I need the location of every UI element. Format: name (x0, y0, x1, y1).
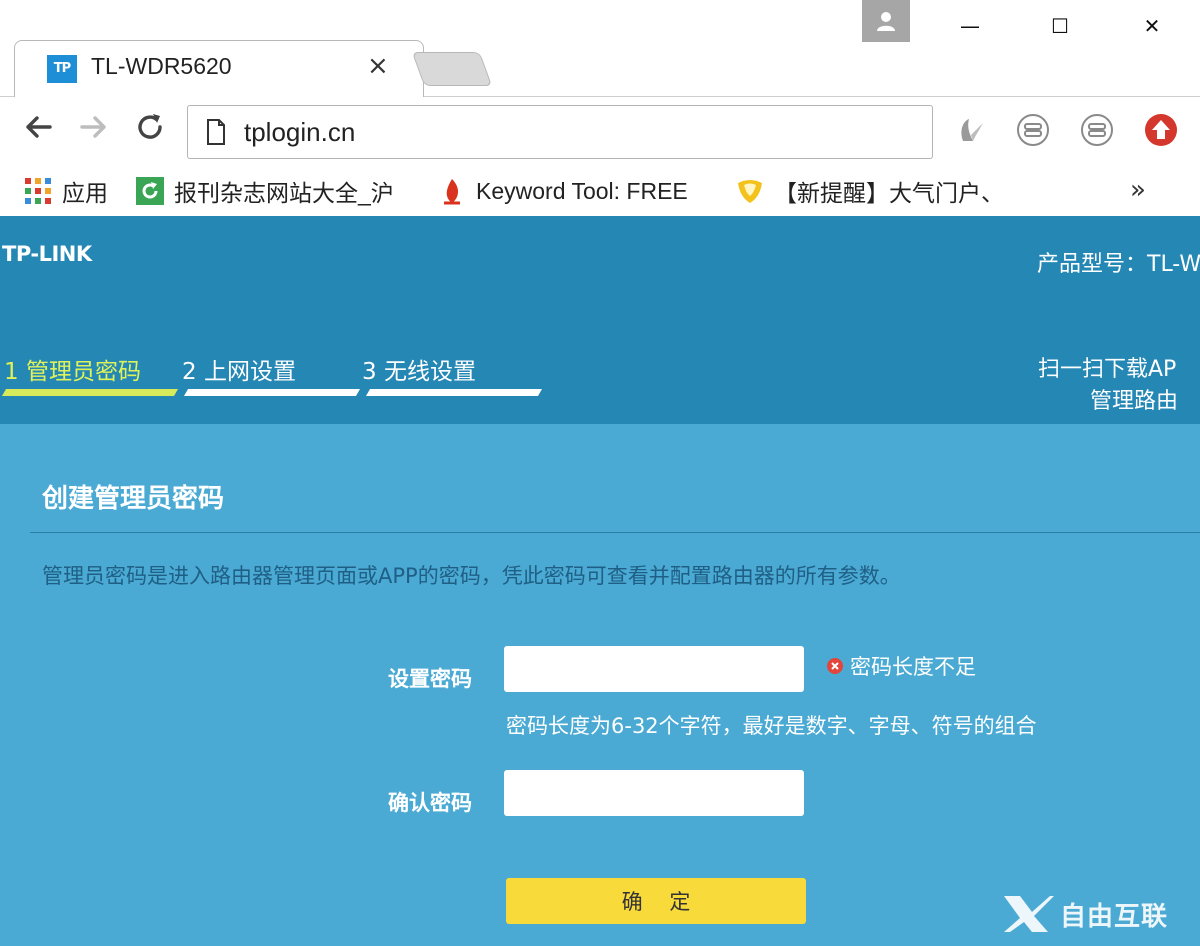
bookmark-item[interactable]: 【新提醒】大气门户、 (736, 173, 1004, 209)
step-internet-settings: 2 上网设置 (182, 359, 296, 385)
product-model: 产品型号：TL-W (1037, 252, 1200, 277)
reload-button[interactable] (130, 111, 170, 151)
step-wireless-settings: 3 无线设置 (362, 359, 476, 385)
back-arrow-icon (26, 116, 52, 138)
new-tab-button[interactable] (411, 52, 493, 86)
error-text: 密码长度不足 (850, 655, 976, 679)
upload-extension-icon[interactable] (1144, 113, 1178, 147)
reload-icon (138, 114, 162, 139)
app-download-text: 扫一扫下载AP (1038, 357, 1177, 382)
step-progress-bar-active (1, 389, 179, 396)
apps-grid-icon (25, 178, 51, 204)
password-error: 密码长度不足 (826, 651, 976, 681)
watermark-x-logo-icon (1004, 896, 1054, 932)
extension-icon[interactable] (1080, 113, 1114, 147)
tplink-logo: TP-LINK (2, 242, 92, 266)
user-icon (877, 12, 895, 31)
minimize-button[interactable]: — (950, 6, 990, 46)
bookmarks-bar: 应用 报刊杂志网站大全_沪 Keyword Tool: FREE 【新提醒】大气… (0, 167, 1200, 216)
password-hint: 密码长度为6-32个字符，最好是数字、字母、符号的组合 (506, 714, 1037, 738)
tplink-favicon-icon: TP (47, 55, 77, 83)
section-description: 管理员密码是进入路由器管理页面或APP的密码，凭此密码可查看并配置路由器的所有参… (42, 564, 901, 588)
browser-chrome: TP TL-WDR5620 × — ☐ ✕ tplogin.cn 应用 报刊杂志… (0, 0, 1200, 216)
forward-arrow-icon (80, 116, 106, 138)
bookmark-label: Keyword Tool: FREE (476, 177, 688, 204)
app-download-subtext: 管理路由 (1090, 389, 1179, 414)
step-progress-bar (365, 389, 543, 396)
extension-icon[interactable] (1016, 113, 1050, 147)
bookmark-label: 报刊杂志网站大全_沪 (174, 180, 394, 206)
bookmark-label: 【新提醒】大气门户、 (774, 180, 1004, 206)
step-progress-bar (183, 389, 361, 396)
bookmarks-overflow-button[interactable]: » (1130, 175, 1146, 205)
bookmark-item[interactable]: Keyword Tool: FREE (438, 173, 688, 209)
bookmark-apps[interactable]: 应用 (24, 173, 108, 209)
browser-tab[interactable]: TP TL-WDR5620 × (14, 40, 424, 97)
password-input[interactable] (504, 646, 804, 692)
password-form-panel: 创建管理员密码 管理员密码是进入路由器管理页面或APP的密码，凭此密码可查看并配… (0, 424, 1200, 946)
browser-toolbar: tplogin.cn (0, 97, 1200, 167)
green-refresh-icon (136, 177, 164, 205)
section-divider (30, 532, 1200, 533)
confirm-password-input[interactable] (504, 770, 804, 816)
bookmark-item[interactable]: 报刊杂志网站大全_沪 (136, 173, 394, 209)
window-close-button[interactable]: ✕ (1132, 6, 1172, 46)
confirm-button[interactable]: 确 定 (506, 878, 806, 924)
error-icon (827, 658, 843, 674)
tab-title: TL-WDR5620 (91, 53, 232, 79)
bookmark-label: 应用 (62, 180, 108, 206)
router-page: TP-LINK 产品型号：TL-W 1 管理员密码 2 上网设置 3 无线设置 … (0, 216, 1200, 946)
page-icon (207, 119, 225, 145)
watermark: 自由互联 (1002, 894, 1168, 934)
butterfly-extension-icon[interactable] (953, 113, 987, 147)
profile-button[interactable] (862, 0, 910, 42)
url-text: tplogin.cn (244, 117, 356, 147)
router-header: TP-LINK 产品型号：TL-W 1 管理员密码 2 上网设置 3 无线设置 … (0, 216, 1200, 424)
section-title: 创建管理员密码 (42, 484, 225, 514)
tab-close-icon[interactable]: × (367, 51, 389, 81)
yellow-shield-icon (738, 180, 762, 203)
forward-button[interactable] (74, 111, 114, 151)
back-button[interactable] (18, 111, 58, 151)
password-label: 设置密码 (388, 667, 472, 691)
tab-strip: TP TL-WDR5620 × — ☐ ✕ (0, 0, 1200, 97)
watermark-text: 自由互联 (1060, 901, 1169, 932)
confirm-password-label: 确认密码 (388, 791, 472, 815)
setup-steps: 1 管理员密码 2 上网设置 3 无线设置 (0, 352, 560, 402)
address-bar[interactable]: tplogin.cn (187, 105, 933, 159)
step-admin-password: 1 管理员密码 (4, 359, 141, 385)
maximize-button[interactable]: ☐ (1040, 6, 1080, 46)
red-flame-icon (444, 179, 460, 205)
